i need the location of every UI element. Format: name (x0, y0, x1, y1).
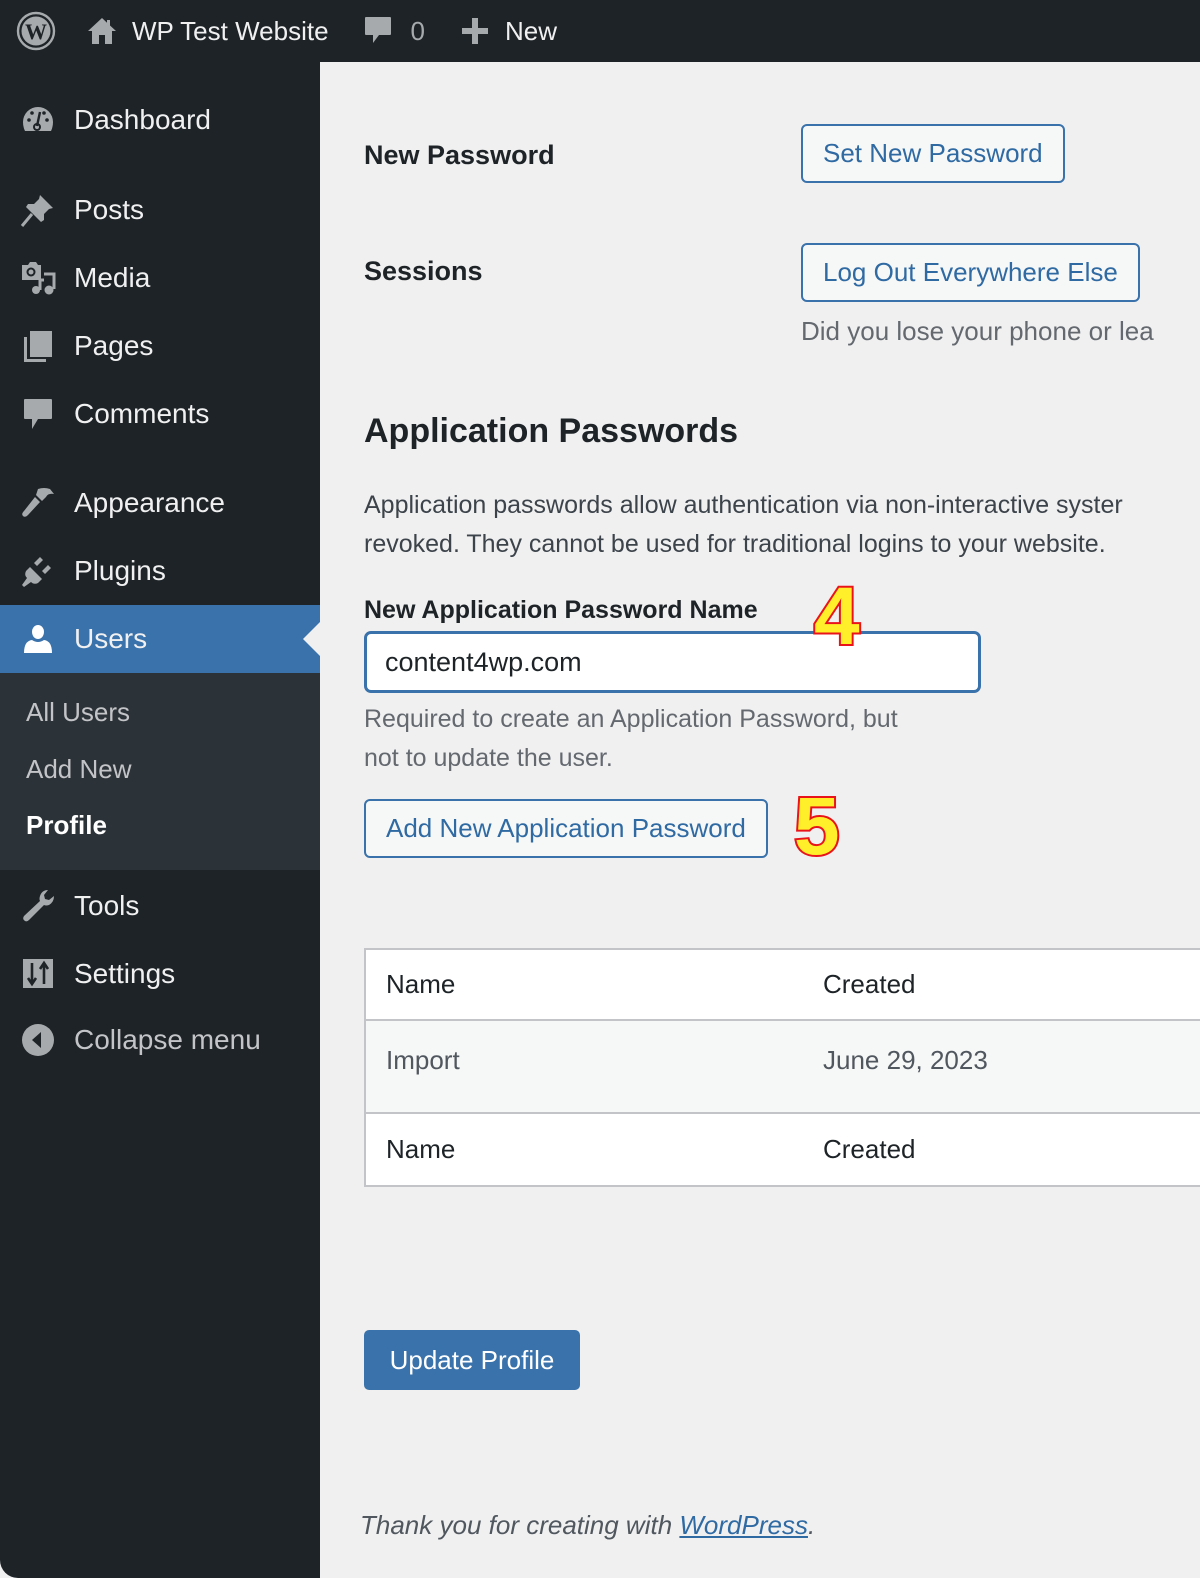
wrench-icon (0, 888, 74, 924)
sidebar-item-comments[interactable]: Comments (0, 380, 320, 448)
sidebar-item-label: Posts (74, 194, 145, 225)
application-passwords-heading: Application Passwords (364, 412, 739, 450)
app-password-name-cell: Import (386, 1045, 460, 1075)
sidebar-item-dashboard[interactable]: Dashboard (0, 86, 320, 154)
sidebar-item-media[interactable]: Media (0, 244, 320, 312)
sidebar-item-label: Appearance (74, 487, 226, 518)
table-footer-row: Name Created (366, 1114, 1200, 1185)
comments-count: 0 (410, 15, 425, 46)
sidebar-item-plugins[interactable]: Plugins (0, 537, 320, 605)
home-icon (88, 18, 116, 44)
hint-line: not to update the user. (364, 744, 613, 772)
plus-icon (462, 18, 488, 44)
sidebar-item-label: Collapse menu (74, 1024, 261, 1055)
footer-period: . (807, 1510, 816, 1540)
set-new-password-button[interactable]: Set New Password (801, 124, 1065, 183)
sidebar-item-appearance[interactable]: Appearance (0, 469, 320, 537)
media-icon (0, 260, 74, 296)
submenu-item-profile[interactable]: Profile (26, 810, 107, 841)
table-header-row: Name Created (366, 950, 1200, 1021)
admin-sidebar: Dashboard Posts Media Pages Comments App… (0, 62, 320, 1578)
pages-icon (0, 328, 74, 364)
dashboard-icon (0, 102, 74, 138)
sidebar-item-posts[interactable]: Posts (0, 176, 320, 244)
sidebar-item-tools[interactable]: Tools (0, 872, 320, 940)
hint-line: Required to create an Application Passwo… (364, 705, 898, 733)
submenu-item-all-users[interactable]: All Users (26, 697, 130, 728)
new-content-button[interactable]: New (461, 0, 557, 62)
sidebar-item-users[interactable]: Users (0, 605, 320, 673)
paintbrush-icon (0, 485, 74, 521)
sidebar-item-pages[interactable]: Pages (0, 312, 320, 380)
wordpress-link[interactable]: WordPress (679, 1510, 808, 1540)
description-line: Application passwords allow authenticati… (364, 491, 1123, 519)
app-password-name-hint: Required to create an Application Passwo… (364, 700, 898, 778)
column-header-name[interactable]: Name (366, 969, 823, 1000)
admin-bar: W WP Test Website 0 New (0, 0, 1200, 62)
site-name: WP Test Website (132, 15, 329, 46)
svg-text:W: W (25, 19, 47, 44)
new-password-label: New Password (364, 140, 555, 170)
add-new-application-password-button[interactable]: Add New Application Password (364, 799, 768, 858)
pin-icon (0, 192, 74, 228)
column-footer-created[interactable]: Created (823, 1134, 1200, 1165)
new-label: New (505, 15, 558, 46)
comment-icon (0, 396, 74, 432)
comment-icon (364, 17, 391, 43)
update-profile-button[interactable]: Update Profile (364, 1330, 580, 1390)
collapse-arrow-icon (0, 1022, 74, 1058)
step-4-annotation: 4 (812, 571, 862, 662)
sliders-icon (0, 956, 74, 992)
wordpress-logo-icon: W (16, 11, 56, 51)
app-password-name-label: New Application Password Name (364, 596, 758, 624)
collapse-menu-button[interactable]: Collapse menu (0, 1006, 320, 1074)
users-submenu: All Users Add New Profile (0, 673, 320, 870)
sidebar-item-label: Plugins (74, 555, 166, 586)
app-password-name-input[interactable] (364, 631, 981, 693)
sidebar-item-label: Tools (74, 890, 140, 921)
user-icon (0, 621, 74, 657)
log-out-everywhere-button[interactable]: Log Out Everywhere Else (801, 243, 1140, 302)
application-passwords-table: Name Created Import June 29, 2023 Name C… (364, 948, 1200, 1187)
wordpress-logo-button[interactable]: W (0, 0, 72, 62)
description-line: revoked. They cannot be used for traditi… (364, 530, 1106, 558)
comments-link[interactable]: 0 (363, 0, 425, 62)
column-header-created[interactable]: Created (823, 969, 1200, 1000)
table-row: Import June 29, 2023 (366, 1021, 1200, 1114)
footer-text: Thank you for creating with (360, 1510, 680, 1540)
sidebar-item-label: Users (74, 623, 148, 654)
submenu-item-add-new[interactable]: Add New (26, 754, 132, 785)
app-password-created-cell: June 29, 2023 (823, 1045, 988, 1075)
sidebar-item-label: Dashboard (74, 104, 211, 135)
sidebar-item-settings[interactable]: Settings (0, 940, 320, 1008)
column-footer-name[interactable]: Name (366, 1134, 823, 1165)
admin-footer: Thank you for creating with WordPress. (360, 1510, 815, 1541)
sessions-label: Sessions (364, 256, 483, 286)
step-5-annotation: 5 (792, 781, 842, 872)
site-name-link[interactable]: WP Test Website (72, 0, 329, 62)
sidebar-item-label: Media (74, 262, 151, 293)
sidebar-item-label: Comments (74, 398, 210, 429)
sessions-description: Did you lose your phone or lea (801, 316, 1154, 346)
application-passwords-description: Application passwords allow authenticati… (364, 486, 1123, 564)
sidebar-item-label: Settings (74, 958, 176, 989)
plugin-icon (0, 553, 74, 589)
sidebar-item-label: Pages (74, 330, 154, 361)
